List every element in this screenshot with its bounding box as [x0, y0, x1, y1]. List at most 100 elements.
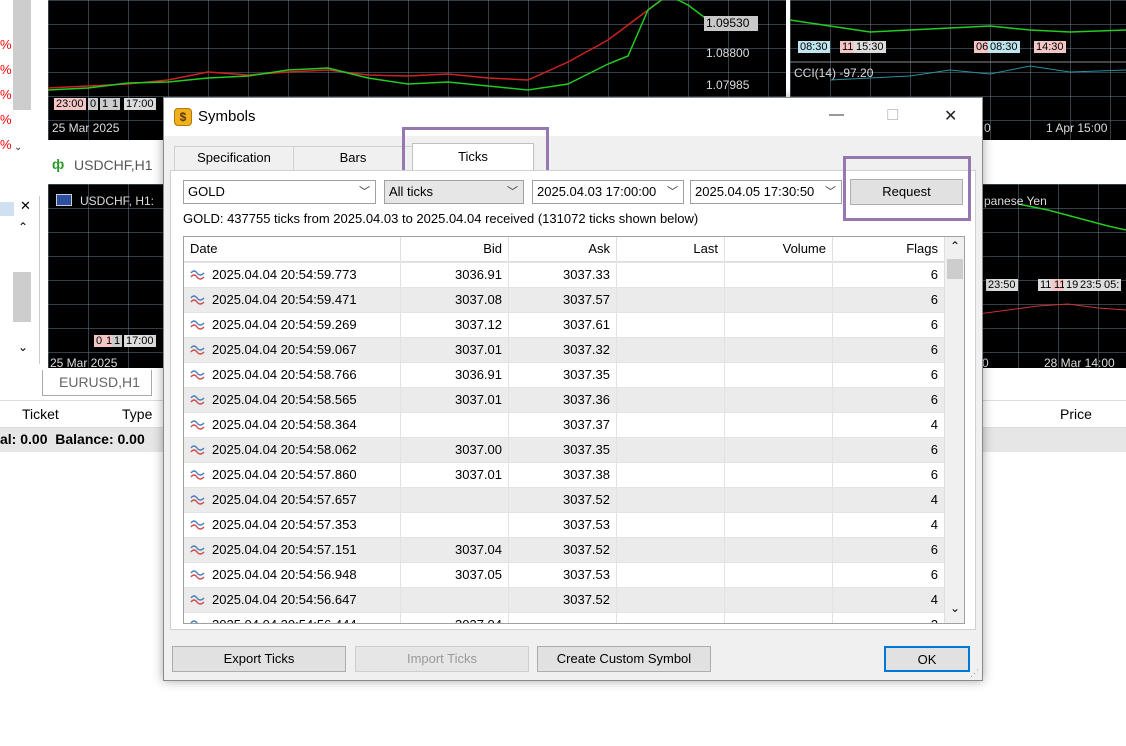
cell-last	[617, 363, 725, 387]
column-date[interactable]: Date	[184, 237, 401, 262]
cell-ask: 3037.52	[509, 588, 617, 612]
table-row[interactable]: 2025.04.04 20:54:59.773 3036.91 3037.33 6	[184, 262, 944, 287]
scrollbar-thumb[interactable]	[13, 0, 31, 110]
table-row[interactable]: 2025.04.04 20:54:58.364 3037.37 4	[184, 412, 944, 437]
table-row[interactable]: 2025.04.04 20:54:58.062 3037.00 3037.35 6	[184, 437, 944, 462]
dialog-titlebar[interactable]: $ Symbols — ☐ ✕	[164, 98, 982, 136]
price-line	[978, 203, 1126, 315]
cell-flags: 6	[930, 267, 938, 282]
create-custom-symbol-button[interactable]: Create Custom Symbol	[537, 646, 711, 672]
chevron-down-icon[interactable]: ⌄	[18, 340, 28, 354]
tick-icon	[190, 313, 206, 337]
table-row[interactable]: 2025.04.04 20:54:58.565 3037.01 3037.36 6	[184, 387, 944, 412]
row-date: 2025.04.04 20:54:58.062	[212, 442, 357, 457]
tick-icon	[190, 538, 206, 562]
table-row[interactable]: 2025.04.04 20:54:56.948 3037.05 3037.53 6	[184, 562, 944, 587]
cell-date: 2025.04.04 20:54:59.067	[184, 338, 401, 362]
tab-bars[interactable]: Bars	[293, 146, 413, 170]
table-row[interactable]: 2025.04.04 20:54:59.067 3037.01 3037.32 6	[184, 337, 944, 362]
column-last[interactable]: Last	[617, 237, 725, 262]
time-tag: 05:	[1102, 279, 1122, 291]
date-to-picker[interactable]: 2025.04.05 17:30:50 ﹀	[690, 180, 842, 204]
minimize-button[interactable]: —	[829, 106, 844, 123]
close-icon[interactable]: ✕	[20, 198, 31, 214]
cell-flags: 6	[930, 392, 938, 407]
scrollbar-thumb[interactable]	[947, 259, 963, 279]
cell-ask: 3037.52	[509, 538, 617, 562]
selected-item[interactable]	[0, 202, 14, 216]
column-ticket[interactable]: Ticket	[22, 406, 59, 422]
column-price[interactable]: Price	[1060, 406, 1092, 422]
cell-last	[617, 488, 725, 512]
cell-flags: 6	[930, 567, 938, 582]
cell-last	[617, 563, 725, 587]
time-tag: 08:30	[988, 41, 1020, 53]
import-ticks-button[interactable]: Import Ticks	[355, 646, 529, 672]
cell-date: 2025.04.04 20:54:56.647	[184, 588, 401, 612]
resize-grip-icon[interactable]: ⋰	[970, 668, 979, 679]
cell-volume	[725, 263, 833, 287]
cell-bid	[401, 488, 509, 512]
tick-icon	[190, 613, 206, 623]
chevron-down-icon[interactable]: ⌄	[14, 142, 22, 153]
request-highlight	[843, 156, 971, 221]
ok-button[interactable]: OK	[884, 646, 970, 672]
cell-date: 2025.04.04 20:54:57.860	[184, 463, 401, 487]
axis-label: 1 Apr 15:00	[1046, 121, 1108, 135]
cell-last	[617, 538, 725, 562]
chart-right-mid[interactable]: panese Yen 23:50 11 11 19 23:5 05: 0 28 …	[978, 184, 1126, 368]
column-bid[interactable]: Bid	[401, 237, 509, 262]
row-date: 2025.04.04 20:54:56.444	[212, 617, 357, 623]
tick-icon	[190, 488, 206, 512]
tab-specification[interactable]: Specification	[174, 146, 294, 170]
close-button[interactable]: ✕	[944, 106, 957, 126]
time-tag: 0	[88, 98, 99, 110]
table-row[interactable]: 2025.04.04 20:54:57.151 3037.04 3037.52 6	[184, 537, 944, 562]
cell-flags: 6	[930, 467, 938, 482]
export-ticks-button[interactable]: Export Ticks	[172, 646, 346, 672]
scrollbar-thumb[interactable]	[13, 272, 31, 322]
symbol-select[interactable]: GOLD ﹀	[183, 180, 376, 204]
cell-volume	[725, 438, 833, 462]
column-flags[interactable]: Flags	[833, 237, 944, 262]
chart-usdchf-h1[interactable]: USDCHF, H1: 0 1 1 17:00 25 Mar 2025	[48, 184, 166, 368]
table-row[interactable]: 2025.04.04 20:54:57.657 3037.52 4	[184, 487, 944, 512]
cell-date: 2025.04.04 20:54:58.565	[184, 388, 401, 412]
chevron-down-icon[interactable]: ⌄	[950, 601, 960, 615]
table-scrollbar[interactable]: ⌃ ⌄	[944, 237, 964, 623]
column-volume[interactable]: Volume	[725, 237, 833, 262]
cell-volume	[725, 538, 833, 562]
cell-date: 2025.04.04 20:54:57.353	[184, 513, 401, 537]
cell-volume	[725, 563, 833, 587]
table-row[interactable]: 2025.04.04 20:54:59.471 3037.08 3037.57 6	[184, 287, 944, 312]
percent-label: %	[0, 137, 12, 152]
tab-usdchf[interactable]: ф USDCHF,H1	[44, 150, 164, 180]
row-date: 2025.04.04 20:54:56.948	[212, 567, 357, 582]
table-row[interactable]: 2025.04.04 20:54:56.444 3037.04 2	[184, 612, 944, 623]
table-row[interactable]: 2025.04.04 20:54:57.860 3037.01 3037.38 6	[184, 462, 944, 487]
chart-title: panese Yen	[984, 194, 1047, 208]
tick-type-select[interactable]: All ticks ﹀	[384, 180, 524, 204]
chevron-up-icon[interactable]: ⌃	[18, 220, 28, 234]
table-row[interactable]: 2025.04.04 20:54:56.647 3037.52 4	[184, 587, 944, 612]
tab-eurusd[interactable]: EURUSD,H1	[42, 370, 152, 396]
cell-date: 2025.04.04 20:54:59.471	[184, 288, 401, 312]
table-row[interactable]: 2025.04.04 20:54:57.353 3037.53 4	[184, 512, 944, 537]
chevron-up-icon[interactable]: ⌃	[950, 239, 960, 253]
axis-label: 28 Mar 14:00	[1044, 356, 1115, 368]
table-row[interactable]: 2025.04.04 20:54:59.269 3037.12 3037.61 6	[184, 312, 944, 337]
maximize-button[interactable]: ☐	[886, 106, 899, 124]
ticks-table: Date Bid Ask Last Volume Flags 2025.04.0…	[183, 236, 965, 624]
column-ask[interactable]: Ask	[509, 237, 617, 262]
cell-last	[617, 463, 725, 487]
column-type[interactable]: Type	[122, 406, 152, 422]
cell-bid: 3036.91	[401, 263, 509, 287]
percent-label: %	[0, 87, 12, 102]
cell-ask: 3037.61	[509, 313, 617, 337]
date-from-picker[interactable]: 2025.04.03 17:00:00 ﹀	[532, 180, 684, 204]
cell-flags: 6	[930, 317, 938, 332]
cell-volume	[725, 588, 833, 612]
cell-last	[617, 613, 725, 623]
time-tag: 23:00	[54, 98, 86, 110]
table-row[interactable]: 2025.04.04 20:54:58.766 3036.91 3037.35 6	[184, 362, 944, 387]
